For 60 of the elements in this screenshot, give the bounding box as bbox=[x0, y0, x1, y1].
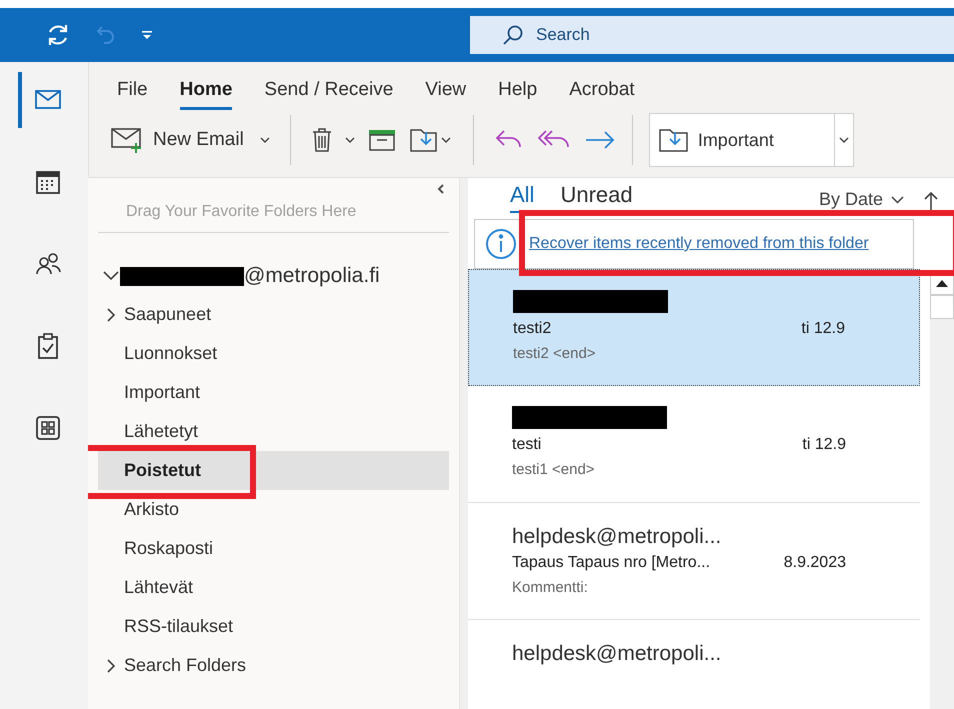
folder-item[interactable]: Roskaposti bbox=[98, 529, 449, 568]
sort-button[interactable]: By Date bbox=[818, 186, 904, 213]
message-date: 8.9.2023 bbox=[784, 553, 846, 573]
scroll-thumb[interactable] bbox=[930, 295, 954, 319]
favorites-hint: Drag Your Favorite Folders Here bbox=[125, 202, 358, 222]
dropdown-icon[interactable] bbox=[260, 136, 270, 144]
message-date: ti 12.9 bbox=[801, 319, 845, 339]
message-subject: testi bbox=[512, 435, 542, 455]
message-sender: helpdesk@metropoli... bbox=[512, 641, 722, 667]
filter-tab[interactable]: Unread bbox=[560, 178, 633, 213]
message-preview: testi1 <end> bbox=[512, 460, 596, 480]
message-item[interactable]: helpdesk@metropoli... bbox=[468, 620, 920, 709]
folder-item[interactable]: Poistetut bbox=[98, 451, 449, 490]
folder-item[interactable]: Saapuneet bbox=[98, 295, 449, 334]
folder-item[interactable]: Lähtevät bbox=[98, 568, 449, 607]
folder-item[interactable]: Luonnokset bbox=[98, 334, 449, 373]
archive-icon[interactable] bbox=[366, 128, 397, 152]
quick-step-label: Important bbox=[698, 128, 774, 152]
message-item[interactable]: testi2 ti 12.9 testi2 <end> bbox=[468, 269, 920, 386]
message-preview: Kommentti: bbox=[512, 578, 589, 598]
chevron-right-icon[interactable] bbox=[107, 308, 115, 322]
message-preview: testi2 <end> bbox=[513, 344, 597, 364]
message-subject: testi2 bbox=[513, 319, 552, 339]
grid-icon bbox=[34, 414, 62, 442]
chevron-down-icon bbox=[891, 196, 904, 204]
calendar-icon bbox=[34, 168, 62, 196]
folder-item[interactable]: RSS-tilaukset bbox=[98, 607, 449, 646]
folder-item[interactable]: Lähetetyt bbox=[98, 412, 449, 451]
dropdown-icon[interactable] bbox=[344, 136, 355, 144]
sort-direction-icon[interactable] bbox=[924, 191, 938, 211]
search-icon bbox=[502, 24, 524, 46]
ribbon-tab[interactable]: Acrobat bbox=[569, 76, 635, 110]
search-field[interactable]: Search bbox=[470, 16, 954, 54]
ribbon-tab[interactable]: Send / Receive bbox=[264, 76, 394, 110]
new-email-button[interactable]: New Email bbox=[107, 126, 248, 154]
scroll-up-icon bbox=[936, 280, 948, 286]
customize-icon[interactable] bbox=[141, 30, 153, 40]
message-item[interactable]: testi ti 12.9 testi1 <end> bbox=[468, 386, 920, 503]
dropdown-icon[interactable] bbox=[838, 136, 849, 144]
filter-tab[interactable]: All bbox=[510, 178, 534, 213]
collapse-icon[interactable] bbox=[437, 184, 445, 194]
info-icon bbox=[485, 228, 517, 260]
forward-icon[interactable] bbox=[584, 130, 616, 150]
ribbon-tab[interactable]: File bbox=[117, 76, 148, 110]
ribbon-tab[interactable]: Home bbox=[180, 76, 232, 110]
quick-steps-box[interactable]: Important bbox=[648, 113, 854, 167]
message-date: ti 12.9 bbox=[802, 435, 846, 455]
chevron-down-icon[interactable] bbox=[102, 270, 120, 282]
folder-item[interactable]: Search Folders bbox=[98, 646, 449, 685]
chevron-right-icon[interactable] bbox=[107, 658, 115, 672]
search-input[interactable]: Search bbox=[536, 22, 836, 48]
ribbon-tab[interactable]: View bbox=[425, 76, 466, 110]
message-item[interactable]: helpdesk@metropoli... Tapaus Tapaus nro [Metro... 8.9.2023 Kommentti: bbox=[468, 503, 920, 620]
message-sender: helpdesk@metropoli... bbox=[512, 524, 722, 550]
account-name[interactable]: @metropolia.fi bbox=[244, 260, 380, 292]
ribbon-tab[interactable]: Help bbox=[498, 76, 538, 110]
message-subject: Tapaus Tapaus nro [Metro... bbox=[512, 553, 710, 573]
delete-icon[interactable] bbox=[310, 127, 333, 153]
folder-item[interactable]: Arkisto bbox=[98, 490, 449, 529]
folder-item[interactable]: Important bbox=[98, 373, 449, 412]
